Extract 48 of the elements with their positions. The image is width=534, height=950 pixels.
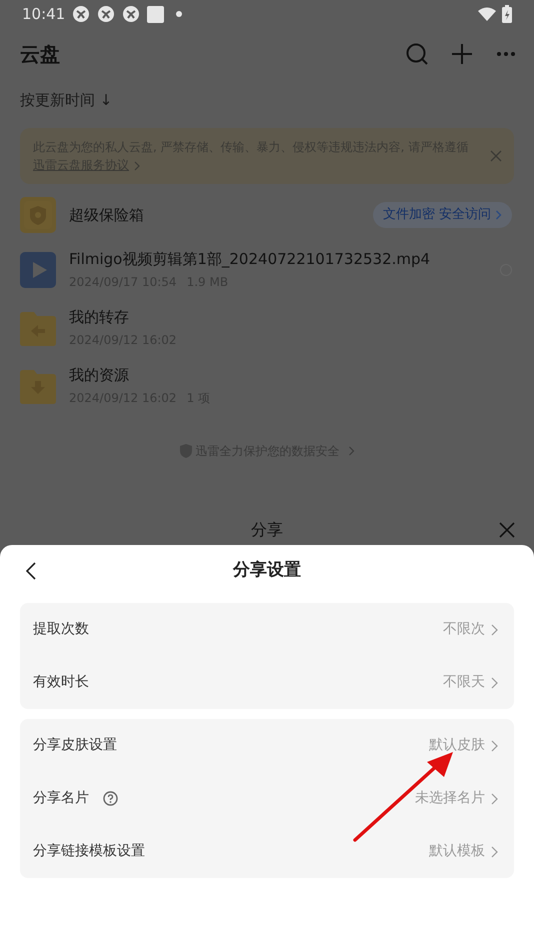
close-icon[interactable]	[490, 150, 502, 162]
setting-value: 不限天	[443, 673, 485, 692]
shield-icon	[20, 197, 56, 233]
search-icon[interactable]	[406, 43, 428, 65]
file-name[interactable]: Filmigo视频剪辑第1部_20240722101732532.mp4	[69, 248, 500, 271]
battery-icon	[502, 5, 512, 23]
status-time: 10:41	[22, 4, 66, 25]
setting-label: 有效时长	[33, 673, 89, 692]
setting-label: 分享皮肤设置	[33, 736, 117, 755]
settings-row[interactable]: 有效时长 不限天	[20, 656, 514, 709]
chevron-right-icon	[348, 446, 354, 456]
play-icon	[20, 252, 56, 288]
chevron-right-icon	[491, 624, 498, 636]
share-title: 分享	[251, 519, 283, 541]
chevron-right-icon	[133, 160, 141, 171]
setting-label: 分享名片	[33, 789, 89, 808]
page-title: 云盘	[20, 41, 60, 68]
setting-label: 提取次数	[33, 620, 89, 639]
square-icon	[147, 6, 164, 22]
folder-icon	[20, 368, 56, 404]
help-icon[interactable]	[103, 791, 118, 806]
settings-row[interactable]: 分享链接模板设置 默认模板	[20, 825, 514, 878]
chevron-right-icon	[491, 740, 498, 752]
back-icon[interactable]	[26, 562, 36, 580]
file-name[interactable]: 我的转存	[69, 306, 512, 329]
setting-value: 不限次	[443, 620, 485, 639]
wifi-icon	[478, 7, 496, 21]
setting-value: 默认皮肤	[429, 736, 485, 755]
vault-badge[interactable]: 文件加密 安全访问	[372, 202, 512, 228]
setting-value: 默认模板	[429, 842, 485, 861]
chevron-right-icon	[491, 846, 498, 858]
plus-icon[interactable]	[451, 43, 473, 65]
file-name[interactable]: 我的资源	[69, 364, 512, 387]
dot-icon	[176, 11, 182, 17]
setting-label: 分享链接模板设置	[33, 842, 145, 861]
close-icon[interactable]	[499, 522, 515, 538]
settings-row[interactable]: 分享名片 未选择名片	[20, 772, 514, 825]
folder-icon	[20, 310, 56, 346]
chevron-right-icon	[495, 210, 502, 220]
more-icon[interactable]	[496, 51, 516, 57]
chevron-right-icon	[491, 676, 498, 688]
settings-title: 分享设置	[233, 559, 301, 582]
settings-row[interactable]: 分享皮肤设置 默认皮肤	[20, 719, 514, 772]
settings-row[interactable]: 提取次数 不限次	[20, 603, 514, 656]
file-name[interactable]: 超级保险箱	[69, 204, 373, 226]
setting-value: 未选择名片	[415, 789, 485, 808]
chevron-right-icon	[491, 792, 498, 804]
sort-button[interactable]: 按更新时间 ↓	[20, 88, 112, 112]
